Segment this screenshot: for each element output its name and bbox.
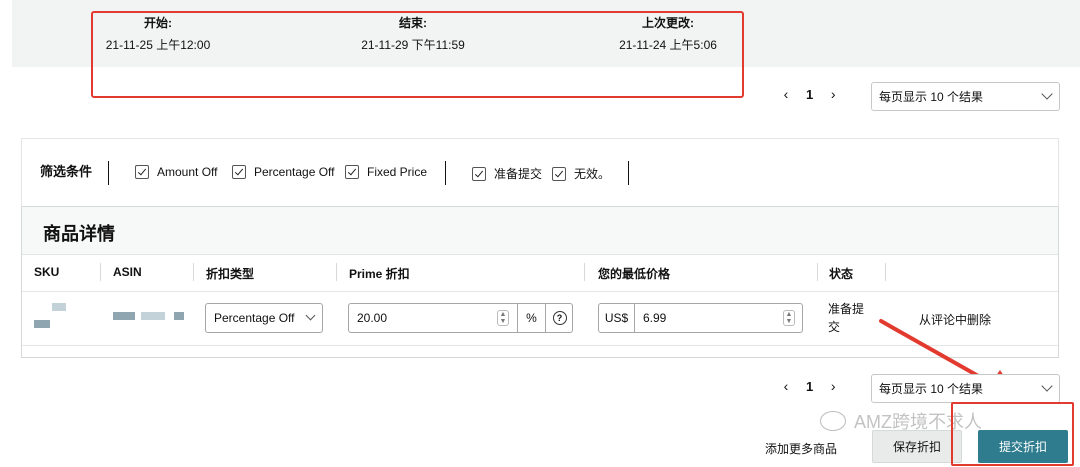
discount-type-value: Percentage Off — [214, 311, 295, 325]
checkbox-checked-icon[interactable] — [135, 165, 149, 179]
min-price-group: US$ 6.99 ▲ ▼ — [598, 303, 803, 333]
column-header-prime-discount: Prime 折扣 — [349, 267, 410, 281]
status-text: 准备提交 — [828, 302, 865, 334]
per-page-select-bottom[interactable]: 每页显示 10 个结果 — [871, 374, 1060, 403]
asin-redacted — [113, 312, 135, 320]
filter-label: Percentage Off — [254, 165, 335, 179]
next-page-icon[interactable]: › — [827, 86, 839, 102]
wechat-icon — [820, 411, 846, 431]
filter-title: 筛选条件 — [40, 164, 93, 179]
stepper-icon[interactable]: ▲ ▼ — [783, 310, 795, 326]
column-header-asin: ASIN — [113, 265, 142, 279]
filter-percentage-off[interactable]: Percentage Off — [232, 165, 335, 179]
currency-label: US$ — [604, 311, 629, 325]
asin-redacted — [174, 312, 184, 320]
prev-page-icon[interactable]: ‹ — [780, 378, 792, 394]
chevron-down-icon — [305, 310, 316, 321]
filter-invalid[interactable]: 无效。 — [552, 165, 610, 182]
table-title: 商品详情 — [43, 224, 115, 244]
min-price-input[interactable]: 6.99 ▲ ▼ — [635, 304, 803, 332]
divider — [628, 161, 629, 185]
divider — [445, 161, 446, 185]
per-page-value: 每页显示 10 个结果 — [879, 382, 984, 396]
per-page-select-top[interactable]: 每页显示 10 个结果 — [871, 82, 1060, 111]
chevron-down-icon — [1041, 380, 1053, 392]
min-price-value: 6.99 — [643, 311, 667, 325]
column-divider — [885, 263, 886, 281]
filter-label: 无效。 — [574, 167, 611, 181]
filter-label: Fixed Price — [367, 165, 428, 179]
column-header-min-price: 您的最低价格 — [598, 267, 671, 281]
current-page[interactable]: 1 — [806, 87, 813, 102]
highlight-box-submit — [951, 402, 1074, 466]
sku-redacted — [34, 320, 50, 328]
column-header-sku: SKU — [34, 265, 60, 279]
current-page[interactable]: 1 — [806, 379, 813, 394]
row-divider — [22, 291, 1058, 292]
sku-redacted — [52, 303, 66, 311]
prev-page-icon[interactable]: ‹ — [780, 86, 792, 102]
column-header-status: 状态 — [829, 267, 854, 281]
column-divider — [817, 263, 818, 281]
filter-label: 准备提交 — [494, 167, 543, 181]
percent-sign: % — [526, 311, 537, 325]
prime-discount-group: 20.00 ▲ ▼ % ? — [348, 303, 573, 333]
per-page-value: 每页显示 10 个结果 — [879, 90, 984, 104]
checkbox-checked-icon[interactable] — [552, 166, 566, 181]
filter-label: Amount Off — [157, 165, 218, 179]
stepper-icon[interactable]: ▲ ▼ — [497, 310, 509, 326]
column-header-discount-type: 折扣类型 — [206, 267, 255, 281]
checkbox-checked-icon[interactable] — [232, 165, 246, 179]
discount-type-select[interactable]: Percentage Off — [205, 303, 323, 333]
column-divider — [336, 263, 337, 281]
column-divider — [584, 263, 585, 281]
highlight-box-dates — [91, 11, 744, 98]
pagination-top: ‹ 1 › — [780, 86, 839, 102]
chevron-down-icon — [1041, 88, 1053, 100]
column-divider — [193, 263, 194, 281]
checkbox-checked-icon[interactable] — [345, 165, 359, 179]
next-page-icon[interactable]: › — [827, 378, 839, 394]
filter-bar: 筛选条件 Amount Off Percentage Off Fixed Pri… — [21, 138, 1059, 206]
filter-amount-off[interactable]: Amount Off — [135, 165, 217, 179]
add-more-products-link[interactable]: 添加更多商品 — [765, 440, 837, 457]
help-button[interactable]: ? — [545, 304, 573, 332]
help-icon: ? — [552, 311, 567, 325]
prime-discount-value: 20.00 — [357, 311, 388, 325]
currency-addon: US$ — [599, 304, 635, 332]
table-header-bar: 商品详情 — [22, 207, 1058, 255]
column-divider — [100, 263, 101, 281]
filter-ready-to-submit[interactable]: 准备提交 — [472, 165, 542, 182]
filter-fixed-price[interactable]: Fixed Price — [345, 165, 427, 179]
asin-redacted — [141, 312, 165, 320]
percent-addon: % — [517, 304, 545, 332]
save-discount-button[interactable]: 保存折扣 — [872, 430, 962, 463]
checkbox-checked-icon[interactable] — [472, 166, 486, 181]
prime-discount-input[interactable]: 20.00 ▲ ▼ — [349, 304, 517, 332]
pagination-bottom: ‹ 1 › — [780, 378, 839, 394]
divider — [108, 161, 109, 185]
